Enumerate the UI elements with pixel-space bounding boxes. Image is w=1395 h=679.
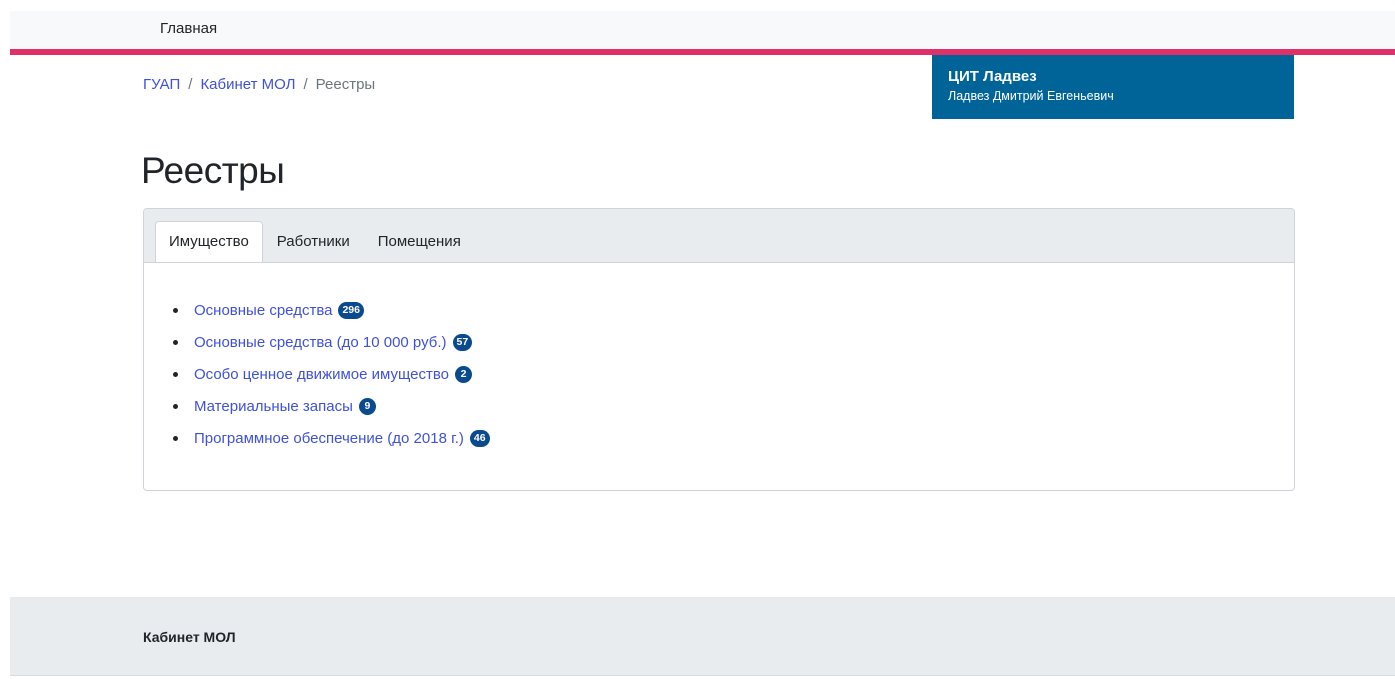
tab-premises[interactable]: Помещения <box>364 221 475 262</box>
tab-employees[interactable]: Работники <box>263 221 364 262</box>
nav-home-link[interactable]: Главная <box>160 20 217 37</box>
bullet-icon <box>173 308 178 313</box>
user-name: Ладвез Дмитрий Евгеньевич <box>948 89 1114 103</box>
register-link-materials[interactable]: Материальные запасы <box>194 398 353 415</box>
bullet-icon <box>173 372 178 377</box>
card-header: Имущество Работники Помещения <box>144 209 1294 263</box>
register-link-software[interactable]: Программное обеспечение (до 2018 г.) <box>194 430 464 447</box>
bullet-icon <box>173 404 178 409</box>
register-link-fixed-assets[interactable]: Основные средства <box>194 302 332 319</box>
breadcrumb-separator: / <box>303 76 308 93</box>
page-title: Реестры <box>141 150 285 191</box>
list-item: Материальные запасы 9 <box>173 395 1294 418</box>
bullet-icon <box>173 436 178 441</box>
tabs: Имущество Работники Помещения <box>155 221 475 262</box>
list-item: Программное обеспечение (до 2018 г.) 46 <box>173 427 1294 450</box>
footer: Кабинет МОЛ <box>10 597 1395 676</box>
breadcrumb-link-cabinet[interactable]: Кабинет МОЛ <box>200 76 295 93</box>
list-item: Основные средства (до 10 000 руб.) 57 <box>173 331 1294 354</box>
card-body: Основные средства 296 Основные средства … <box>144 263 1294 450</box>
count-badge: 2 <box>455 366 473 383</box>
register-list: Основные средства 296 Основные средства … <box>173 299 1294 450</box>
breadcrumb: ГУАП / Кабинет МОЛ / Реестры <box>143 76 375 93</box>
user-info-box: ЦИТ Ладвез Ладвез Дмитрий Евгеньевич <box>932 55 1294 119</box>
user-org: ЦИТ Ладвез <box>948 68 1037 85</box>
list-item: Основные средства 296 <box>173 299 1294 322</box>
page: Главная ГУАП / Кабинет МОЛ / Реестры ЦИТ… <box>0 0 1395 679</box>
count-badge: 296 <box>338 302 364 319</box>
list-item: Особо ценное движимое имущество 2 <box>173 363 1294 386</box>
breadcrumb-separator: / <box>188 76 193 93</box>
bullet-icon <box>173 340 178 345</box>
register-link-fixed-assets-small[interactable]: Основные средства (до 10 000 руб.) <box>194 334 447 351</box>
top-navbar: Главная <box>10 11 1395 55</box>
register-link-valuable-property[interactable]: Особо ценное движимое имущество <box>194 366 449 383</box>
tab-property[interactable]: Имущество <box>155 221 263 262</box>
breadcrumb-current: Реестры <box>315 76 376 93</box>
breadcrumb-link-guap[interactable]: ГУАП <box>143 76 180 93</box>
registers-card: Имущество Работники Помещения Основные с… <box>143 208 1295 491</box>
footer-title: Кабинет МОЛ <box>143 629 236 645</box>
count-badge: 9 <box>358 398 376 415</box>
count-badge: 46 <box>469 430 490 447</box>
count-badge: 57 <box>452 334 473 351</box>
